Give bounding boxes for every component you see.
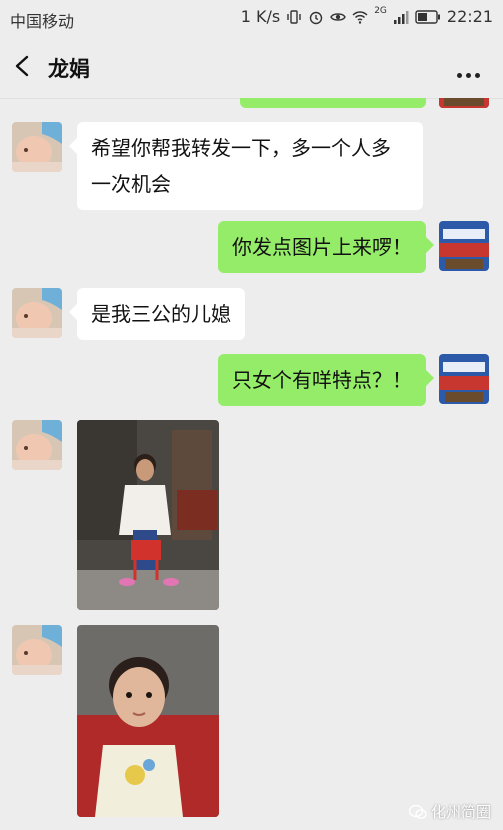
message-text: 一次机会 bbox=[91, 172, 171, 196]
vibrate-icon bbox=[287, 9, 301, 24]
message-text: 只女个有咩特点？！ bbox=[232, 368, 412, 392]
contact-avatar[interactable] bbox=[12, 122, 62, 172]
status-bar: 中国移动 1 K/s 2G 22:21 bbox=[0, 0, 503, 34]
chat-logo-icon bbox=[408, 804, 427, 819]
watermark-text: 化州简圈 bbox=[430, 803, 491, 821]
contact-name: 龙娟 bbox=[48, 57, 90, 81]
outgoing-bubble-partial[interactable] bbox=[240, 98, 426, 108]
carrier-label: 中国移动 bbox=[10, 12, 75, 31]
watermark: 化州简圈 bbox=[408, 801, 491, 822]
outgoing-message[interactable]: 你发点图片上来啰！ bbox=[218, 221, 434, 273]
message-text: 你发点图片上来啰！ bbox=[232, 235, 412, 259]
contact-avatar[interactable] bbox=[12, 288, 62, 338]
more-options-icon[interactable] bbox=[457, 63, 485, 78]
my-avatar[interactable] bbox=[439, 98, 489, 108]
chat-history[interactable]: 希望你帮我转发一下，多一个人多 一次机会 你发点图片上来啰！ 是我三公的儿媳 只… bbox=[0, 98, 503, 830]
wifi-icon bbox=[352, 10, 368, 24]
outgoing-message[interactable]: 只女个有咩特点？！ bbox=[218, 354, 434, 406]
incoming-message[interactable]: 希望你帮我转发一下，多一个人多 一次机会 bbox=[69, 122, 423, 210]
image-message-woman[interactable] bbox=[77, 420, 219, 610]
status-icons: 1 K/s 2G 22:21 bbox=[240, 5, 493, 27]
message-text: 是我三公的儿媳 bbox=[91, 302, 231, 326]
my-avatar[interactable] bbox=[439, 354, 489, 404]
alarm-icon bbox=[309, 11, 323, 24]
message-text: 希望你帮我转发一下，多一个人多 bbox=[91, 136, 391, 160]
chat-header: 龙娟 bbox=[0, 34, 503, 99]
back-arrow-icon[interactable] bbox=[12, 54, 34, 78]
image-message-toddler[interactable] bbox=[77, 625, 219, 817]
battery-icon bbox=[415, 9, 440, 24]
my-avatar[interactable] bbox=[439, 221, 489, 271]
incoming-message[interactable]: 是我三公的儿媳 bbox=[69, 288, 245, 340]
contact-avatar[interactable] bbox=[12, 420, 62, 470]
network-type: 2G bbox=[374, 5, 387, 16]
signal-icon bbox=[393, 10, 409, 24]
eye-icon bbox=[330, 12, 346, 21]
clock: 22:21 bbox=[446, 7, 493, 26]
contact-avatar[interactable] bbox=[12, 625, 62, 675]
network-speed: 1 K/s bbox=[240, 7, 281, 26]
